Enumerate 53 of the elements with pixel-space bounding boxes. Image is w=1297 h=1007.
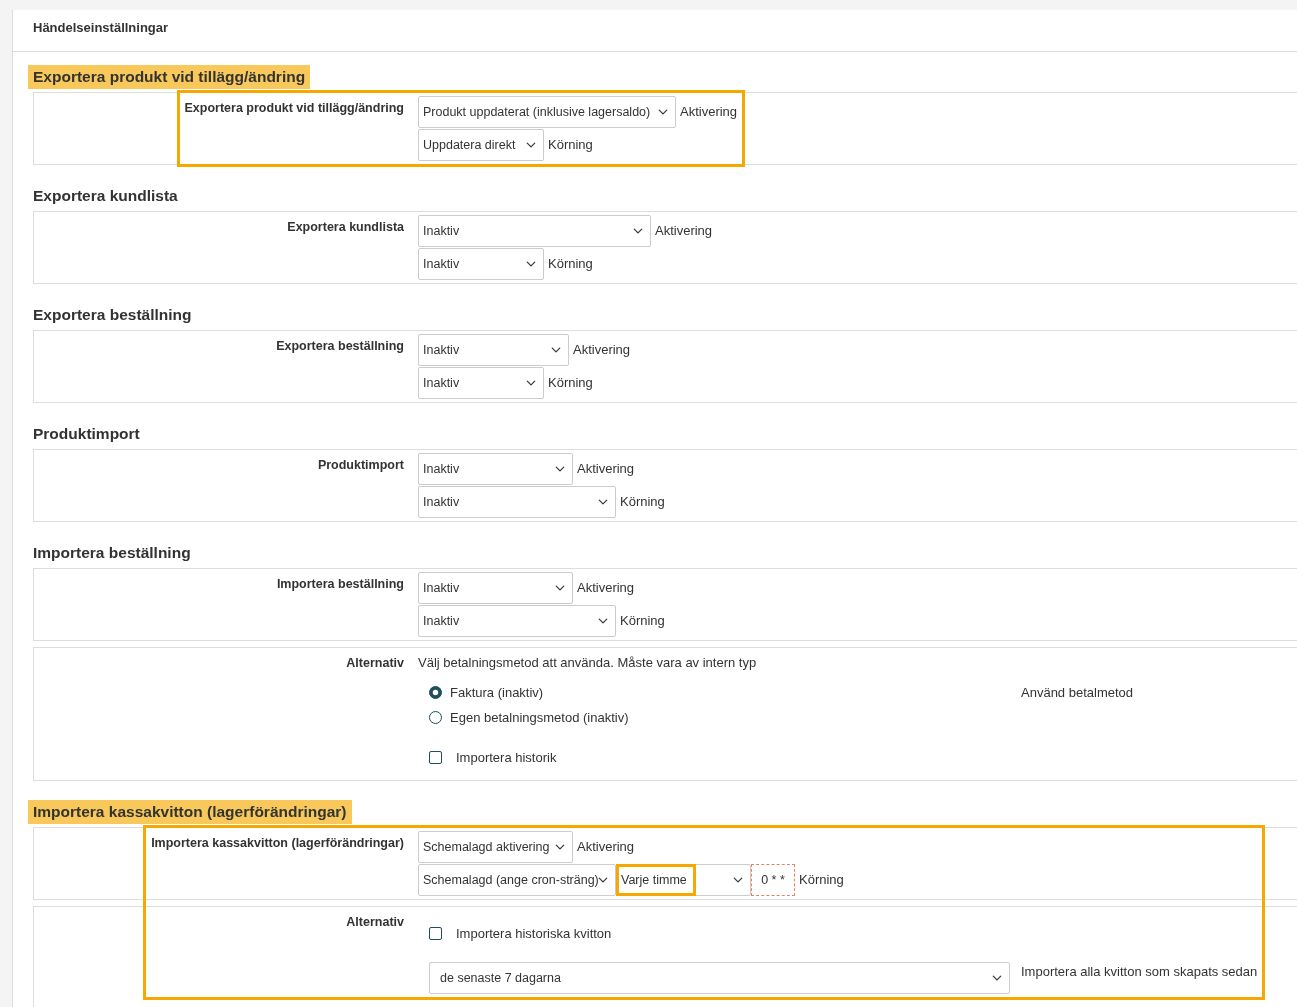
dropdown[interactable]: Inaktiv	[418, 605, 616, 637]
field-caption: Körning	[547, 255, 593, 274]
field-caption: Aktivering	[576, 460, 635, 479]
field-caption: Körning	[547, 374, 593, 393]
field-caption: Aktivering	[576, 579, 635, 598]
field-label: Exportera beställning	[276, 339, 404, 353]
dropdown[interactable]: Schemalagd aktivering	[418, 831, 573, 863]
field-label: Importera kassakvitton (lagerförändringar)	[151, 836, 404, 850]
dropdown[interactable]: Inaktiv	[418, 215, 651, 247]
option-label: Egen betalningsmetod (inaktiv)	[450, 708, 629, 727]
section-title: Importera beställning	[32, 543, 192, 563]
help-text: Välj betalningsmetod att använda. Måste vara av intern typ	[418, 654, 757, 672]
section-title: Produktimport	[32, 424, 141, 444]
dropdown[interactable]: Inaktiv	[418, 453, 573, 485]
field-caption: Aktivering	[576, 838, 635, 857]
field-caption: Aktivering	[679, 103, 738, 122]
dropdown[interactable]: Schemalagd (ange cron-sträng)	[418, 864, 616, 896]
field-label: Produktimport	[317, 458, 404, 472]
section-title: Exportera beställning	[32, 305, 193, 325]
cron-field[interactable]: 0 * *	[751, 864, 795, 896]
dropdown[interactable]: Varje timme	[616, 864, 751, 896]
dropdown[interactable]: Inaktiv	[418, 367, 544, 399]
field-label: Importera beställning	[276, 577, 404, 591]
page-title: Händelseinställningar	[13, 10, 1297, 52]
field-caption: Körning	[547, 136, 593, 155]
field-caption: Körning	[619, 612, 665, 631]
field-label: Exportera produkt vid tillägg/ändring	[184, 101, 404, 115]
radio-button[interactable]	[429, 686, 442, 699]
checkbox[interactable]	[429, 751, 442, 764]
field-caption: Körning	[798, 871, 844, 890]
field-label: Alternativ	[346, 915, 404, 929]
field-caption: Aktivering	[654, 222, 713, 241]
dropdown[interactable]: Inaktiv	[418, 248, 544, 280]
dropdown[interactable]: de senaste 7 dagarna	[429, 962, 1010, 994]
field-caption: Körning	[619, 493, 665, 512]
option-label: Importera historiska kvitton	[456, 924, 612, 943]
field-label: Exportera kundlista	[287, 220, 404, 234]
option-label: Faktura (inaktiv)	[450, 683, 544, 702]
section-title: Exportera kundlista	[32, 186, 179, 206]
dropdown[interactable]: Inaktiv	[418, 334, 569, 366]
section-title: Exportera produkt vid tillägg/ändring	[28, 65, 311, 89]
radio-button[interactable]	[429, 711, 442, 724]
option-label: Importera historik	[456, 748, 557, 767]
section-title: Importera kassakvitton (lagerförändringar)	[28, 800, 352, 824]
dropdown[interactable]: Produkt uppdaterat (inklusive lagersaldo)	[418, 96, 676, 128]
dropdown[interactable]: Inaktiv	[418, 572, 573, 604]
dropdown[interactable]: Inaktiv	[418, 486, 616, 518]
side-label: Använd betalmetod	[1021, 683, 1134, 702]
checkbox[interactable]	[429, 927, 442, 940]
dropdown[interactable]: Uppdatera direkt	[418, 129, 544, 161]
field-label: Alternativ	[346, 656, 404, 670]
field-caption: Aktivering	[572, 341, 631, 360]
side-label: Importera alla kvitton som skapats sedan	[1021, 963, 1258, 981]
